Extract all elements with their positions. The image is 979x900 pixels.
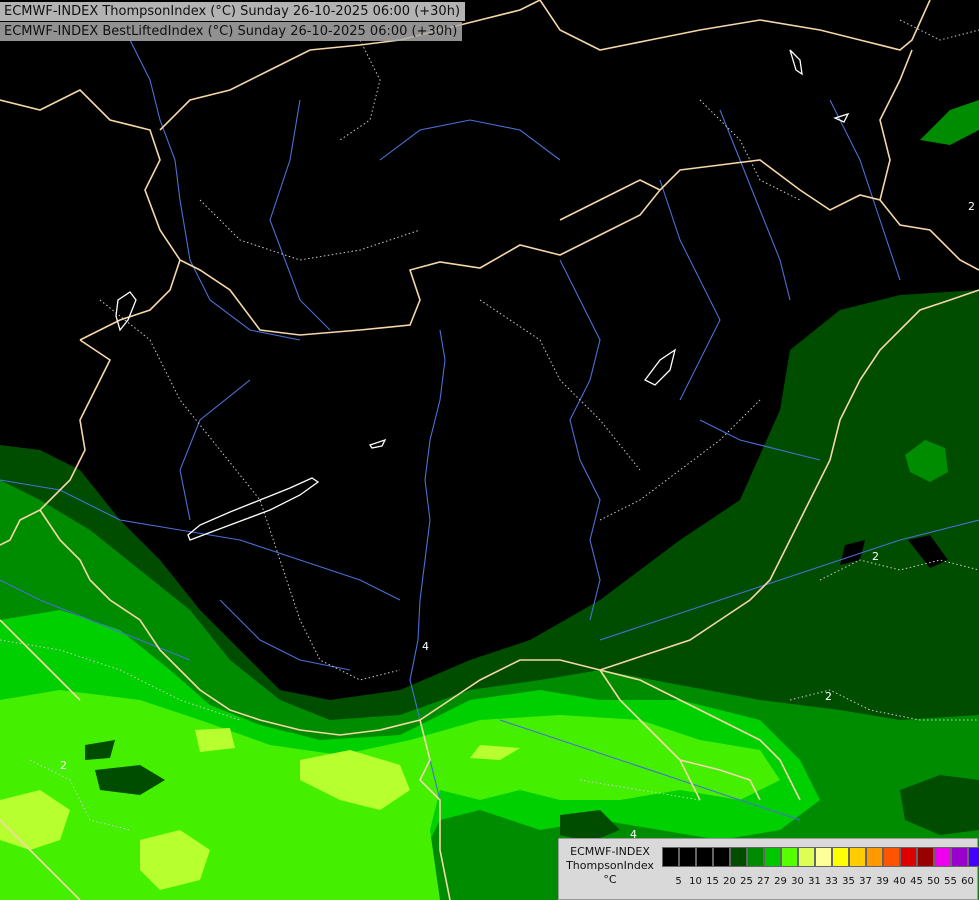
map-title-primary: ECMWF-INDEX ThompsonIndex (°C) Sunday 26… [0, 2, 466, 21]
field-yellow-green-2 [195, 728, 235, 752]
contour-label: 2 [872, 550, 879, 563]
legend-tick-label: 45 [910, 876, 923, 887]
contour-label: 2 [825, 690, 832, 703]
legend-swatch [747, 847, 764, 867]
legend-swatch [798, 847, 815, 867]
legend-param: ThompsonIndex [566, 859, 654, 872]
legend-tick-label: 33 [825, 876, 838, 887]
legend-swatch [883, 847, 900, 867]
legend-tick-label: 35 [842, 876, 855, 887]
legend-swatch [764, 847, 781, 867]
legend-swatch [781, 847, 798, 867]
legend-tick-label: 20 [723, 876, 736, 887]
legend-swatch [696, 847, 713, 867]
contour-label: 2 [968, 200, 975, 213]
legend-swatch [713, 847, 730, 867]
legend-tick-label: 27 [757, 876, 770, 887]
legend-tick-label: 30 [791, 876, 804, 887]
legend-swatch [832, 847, 849, 867]
legend-tick-spacer [662, 876, 670, 887]
legend-tick-label: 25 [740, 876, 753, 887]
legend-tick-label: 5 [675, 876, 682, 887]
legend-tick-label: 50 [927, 876, 940, 887]
legend-swatch [866, 847, 883, 867]
legend-tick-label: 29 [774, 876, 787, 887]
color-legend: ECMWF-INDEX ThompsonIndex °C 5 10 15 20 25 27… [558, 838, 979, 900]
legend-title: ECMWF-INDEX ThompsonIndex °C [563, 845, 657, 887]
legend-tick-label: 39 [876, 876, 889, 887]
legend-tick-label: 60 [961, 876, 974, 887]
legend-swatch [900, 847, 917, 867]
legend-model: ECMWF-INDEX [570, 845, 650, 858]
contour-label: 2 [60, 759, 67, 772]
contour-label: 4 [422, 640, 429, 653]
legend-tick-label: 37 [859, 876, 872, 887]
legend-swatch [968, 847, 979, 867]
legend-tick-label: 15 [706, 876, 719, 887]
weather-map: 2 2 2 2 4 4 2 [0, 0, 979, 900]
legend-swatch [849, 847, 866, 867]
legend-ticks: 5 10 15 20 25 27 29 30 31 33 35 37 39 40 45 50 55 60 [662, 876, 976, 887]
legend-swatch [730, 847, 747, 867]
legend-unit: °C [603, 873, 617, 886]
legend-tick-label: 31 [808, 876, 821, 887]
map-title-secondary: ECMWF-INDEX BestLiftedIndex (°C) Sunday … [0, 22, 463, 41]
legend-swatch [917, 847, 934, 867]
legend-swatch [679, 847, 696, 867]
legend-tick-label: 55 [944, 876, 957, 887]
legend-tick-label: 40 [893, 876, 906, 887]
legend-tick-label: 10 [689, 876, 702, 887]
legend-swatch [934, 847, 951, 867]
legend-swatches [662, 847, 979, 867]
legend-swatch [815, 847, 832, 867]
legend-swatch [662, 847, 679, 867]
legend-swatch [951, 847, 968, 867]
